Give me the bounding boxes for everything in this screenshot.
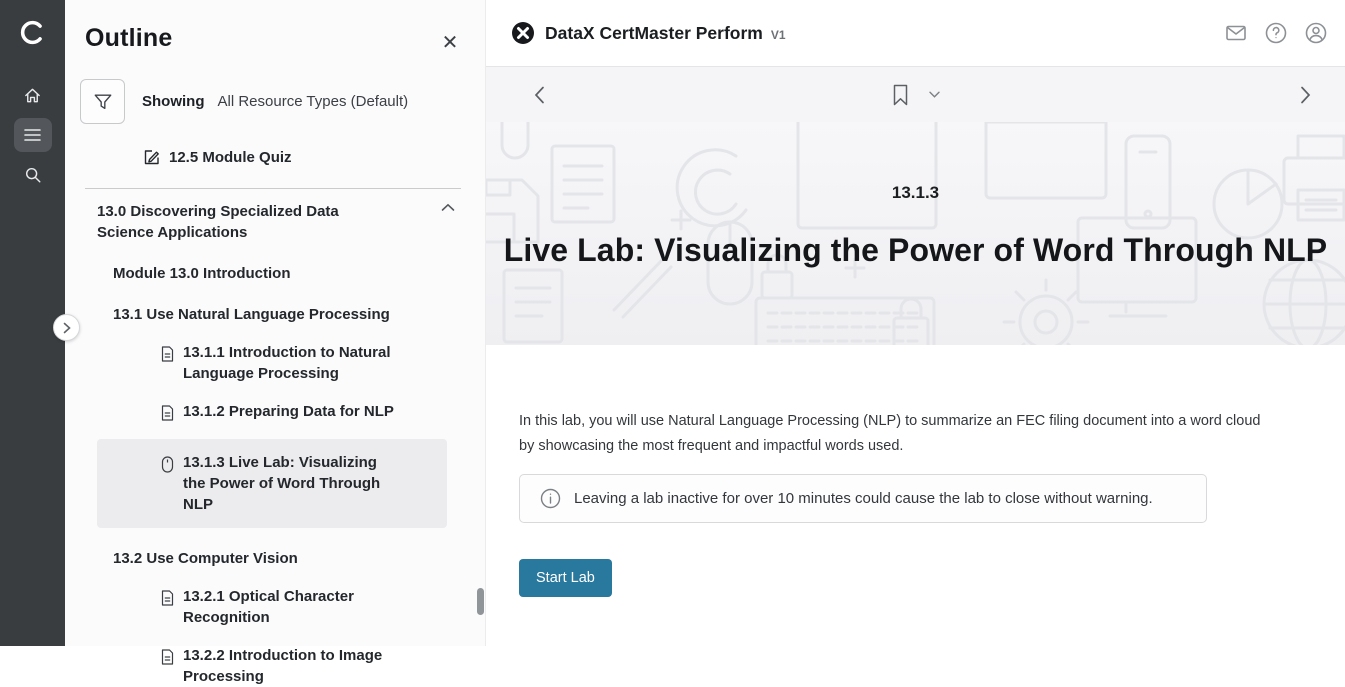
inactivity-notice: Leaving a lab inactive for over 10 minut… [519,474,1207,523]
chevron-left-icon [534,86,545,104]
outline-item-13-2[interactable]: 13.2 Use Computer Vision [113,548,485,569]
main-content: DataX CertMaster Perform V1 [485,0,1345,646]
collapse-panel-button[interactable] [53,314,80,341]
chevron-down-icon [929,91,940,98]
lab-description: In this lab, you will use Natural Langua… [519,409,1264,459]
bookmark-menu-button[interactable] [925,87,944,102]
filter-funnel-icon [93,92,113,112]
outline-divider [85,188,461,189]
datax-logo-icon [511,21,535,45]
previous-page-button[interactable] [530,82,549,108]
info-icon [540,488,561,509]
lesson-body: In this lab, you will use Natural Langua… [486,345,1345,597]
outline-section-13-0[interactable]: 13.0 Discovering Specialized Data Scienc… [97,201,447,243]
outline-item-13-1[interactable]: 13.1 Use Natural Language Processing [113,304,485,325]
chevron-up-icon[interactable] [441,203,455,212]
outline-item-13-1-1[interactable]: 13.1.1 Introduction to Natural Language … [161,342,447,384]
bookmark-button[interactable] [888,80,913,110]
showing-label: Showing [142,93,205,110]
outline-item-label: 13.1.3 Live Lab: Visualizing the Power o… [183,452,401,515]
home-button[interactable] [14,78,52,112]
outline-item-label: 13.0 Discovering Specialized Data Scienc… [97,201,397,243]
account-button[interactable] [1299,16,1333,50]
outline-panel: Outline ✕ Showing All Resource Types (De… [65,0,485,646]
outline-menu-button[interactable] [14,118,52,152]
outline-tree: 13.0 Discovering Specialized Data Scienc… [65,201,485,687]
home-icon [23,86,42,105]
search-icon [24,166,42,184]
app-title: DataX CertMaster Perform [545,23,763,44]
page-title: Live Lab: Visualizing the Power of Word … [486,232,1345,269]
outline-item-label: Module 13.0 Introduction [113,265,291,282]
close-outline-button[interactable]: ✕ [437,30,463,56]
mouse-icon [161,456,174,515]
comptia-logo-icon [0,0,65,64]
outline-item-13-1-3-selected[interactable]: 13.1.3 Live Lab: Visualizing the Power o… [97,439,447,528]
outline-item-label: 13.1.2 Preparing Data for NLP [183,401,394,422]
bookmark-icon [892,84,909,106]
close-icon: ✕ [442,32,459,54]
app-header: DataX CertMaster Perform V1 [486,0,1345,67]
search-button[interactable] [14,158,52,192]
chevron-right-icon [63,322,71,334]
document-icon [161,590,174,628]
menu-icon [24,128,41,142]
outline-title: Outline [85,24,485,53]
filter-button[interactable] [80,79,125,124]
messages-button[interactable] [1219,16,1253,50]
account-icon [1304,21,1328,45]
outline-item-13-2-2[interactable]: 13.2.2 Introduction to Image Processing [161,645,447,687]
app-version-badge: V1 [771,28,786,42]
lesson-hero-banner: 13.1.3 Live Lab: Visualizing the Power o… [486,122,1345,345]
help-button[interactable] [1259,16,1293,50]
outline-item-label: 13.2 Use Computer Vision [113,550,298,567]
resource-filter-row: Showing All Resource Types (Default) [80,79,485,124]
outline-item-13-1-2[interactable]: 13.1.2 Preparing Data for NLP [161,401,447,422]
edit-quiz-icon [143,148,161,166]
outline-item-label: 13.1.1 Introduction to Natural Language … [183,342,401,384]
outline-item-13-2-1[interactable]: 13.2.1 Optical Character Recognition [161,586,447,628]
document-icon [161,346,174,384]
outline-item-module-quiz[interactable]: 12.5 Module Quiz [143,148,485,166]
chevron-right-icon [1300,86,1311,104]
document-icon [161,649,174,687]
outline-item-module-13-0[interactable]: Module 13.0 Introduction [113,263,485,284]
outline-item-label: 13.2.2 Introduction to Image Processing [183,645,401,687]
next-page-button[interactable] [1296,82,1315,108]
filter-value: All Resource Types (Default) [218,93,409,110]
outline-item-label: 13.2.1 Optical Character Recognition [183,586,401,628]
outline-item-label: 12.5 Module Quiz [169,149,292,166]
outline-scrollbar-thumb[interactable] [477,588,484,615]
document-icon [161,405,174,422]
start-lab-button[interactable]: Start Lab [519,559,612,597]
notice-text: Leaving a lab inactive for over 10 minut… [574,490,1153,507]
section-number: 13.1.3 [486,183,1345,203]
help-icon [1264,21,1288,45]
outline-item-label: 13.1 Use Natural Language Processing [113,306,390,323]
lesson-toolbar [486,67,1345,122]
mail-icon [1224,21,1248,45]
